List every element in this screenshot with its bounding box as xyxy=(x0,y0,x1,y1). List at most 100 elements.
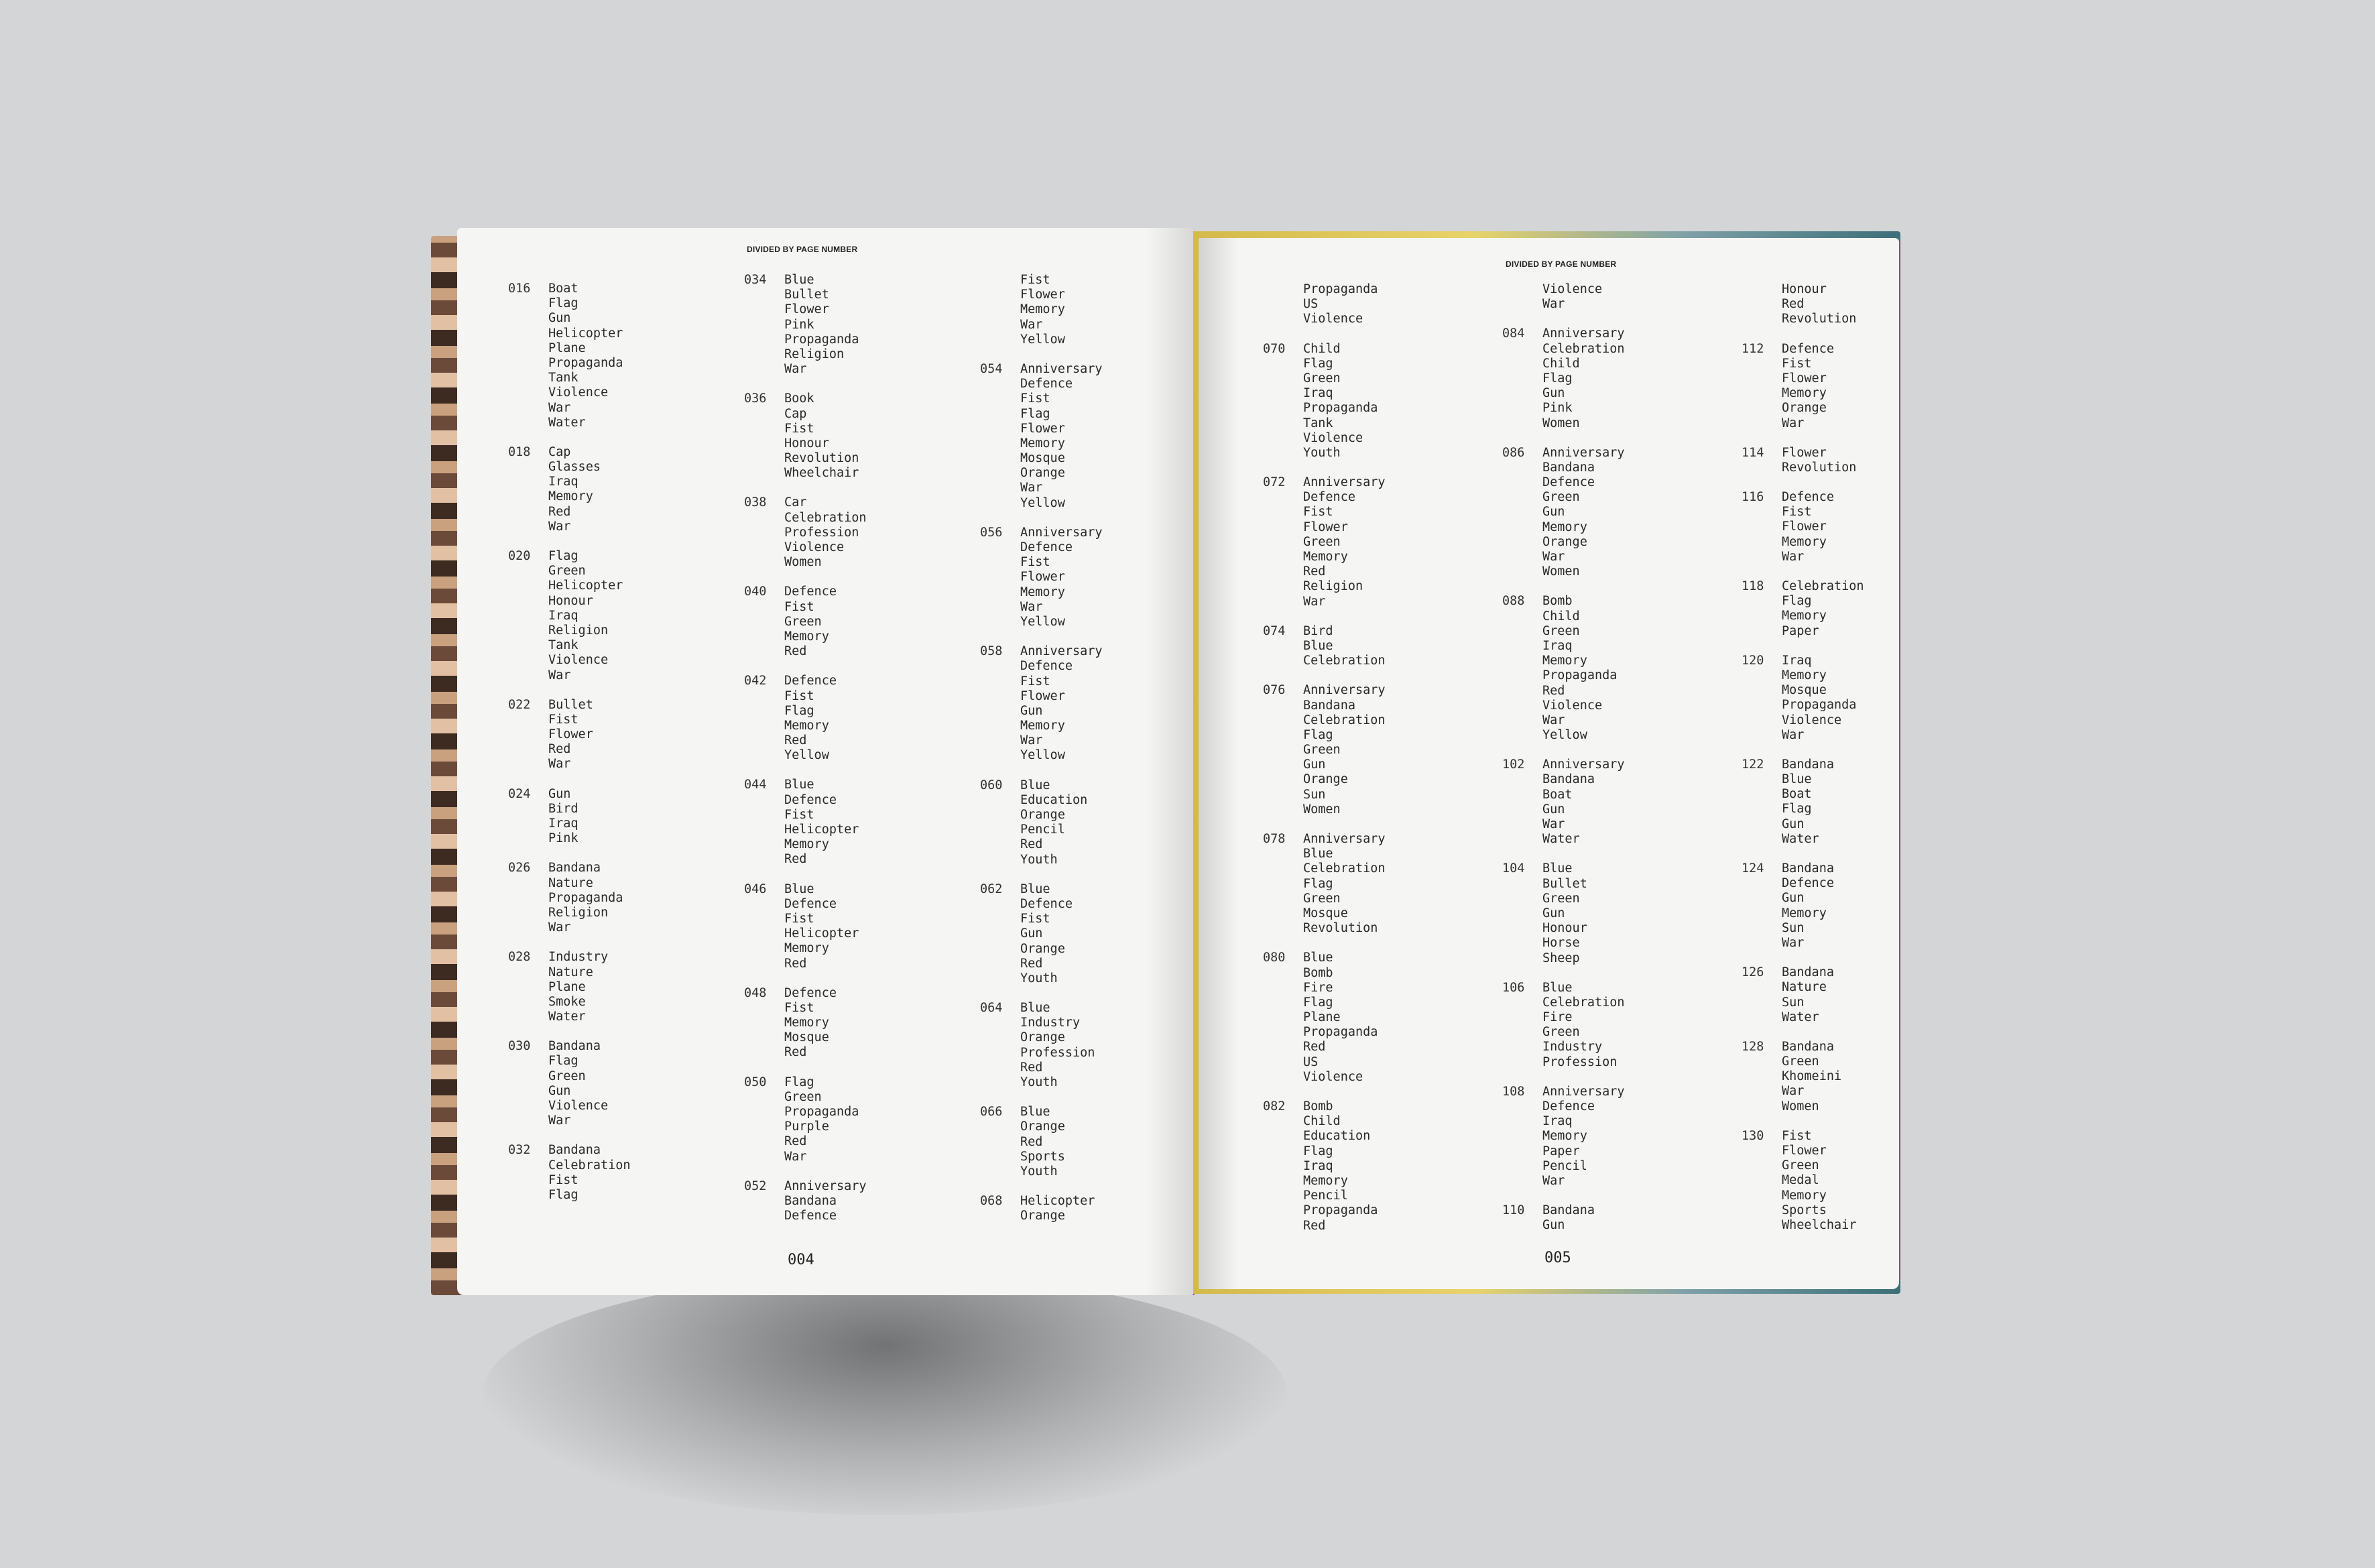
entry-terms: Defence Fist Memory Mosque Red xyxy=(784,986,867,1061)
index-term: Fist xyxy=(784,688,814,703)
index-term: Green xyxy=(784,614,822,629)
index-term: Flower xyxy=(1782,1144,1827,1158)
index-term: Book xyxy=(784,391,814,406)
entry-terms: Anniversary Celebration Child Flag Gun Pink Wo… xyxy=(1542,326,1625,430)
entry-terms: Bomb Child Green Iraq Memory Propaganda Red Vio… xyxy=(1542,594,1625,743)
index-term: Education xyxy=(1020,792,1088,807)
entry-page-number: 088 xyxy=(1502,594,1525,609)
index-term: Yellow xyxy=(1020,332,1065,347)
index-term: Profession xyxy=(784,525,859,540)
index-term: Child xyxy=(1303,341,1341,356)
entry-terms: Bandana Gun xyxy=(1542,1203,1625,1233)
index-entry: 102 Anniversary Bandana Boat Gun War Water xyxy=(1502,758,1625,847)
index-entry: 020 Flag Green Helicopter Honour Iraq Religion… xyxy=(508,549,631,683)
index-term: Blue xyxy=(1020,1105,1050,1120)
index-term: Revolution xyxy=(1782,312,1857,326)
index-term: Bandana xyxy=(1782,757,1834,772)
index-term: Smoke xyxy=(548,994,586,1009)
index-term: Honour xyxy=(784,436,829,450)
index-term: Defence xyxy=(1020,377,1073,391)
index-entry: 110 Bandana Gun xyxy=(1502,1203,1625,1233)
index-term: Propaganda xyxy=(1303,1203,1378,1218)
index-term: Violence xyxy=(1303,1069,1363,1084)
index-term: Bomb xyxy=(1303,1099,1333,1113)
index-term: Celebration xyxy=(1782,579,1864,593)
index-term: Green xyxy=(548,564,586,579)
index-term: Blue xyxy=(784,778,814,792)
index-term: Fist xyxy=(1020,391,1050,406)
entry-terms: Iraq Memory Mosque Propaganda Violence War xyxy=(1782,654,1864,743)
entry-terms: Bandana Defence Gun Memory Sun War xyxy=(1782,861,1864,951)
index-term: Propaganda xyxy=(1542,668,1618,683)
index-term: Propaganda xyxy=(784,1105,859,1119)
entry-page-number: 126 xyxy=(1742,965,1764,980)
index-column: Fist Flower Memory War Yellow 054 Anniversary D… xyxy=(980,273,1103,1239)
index-term: Gun xyxy=(1542,505,1565,520)
index-term: Memory xyxy=(1303,1173,1348,1188)
index-term: Religion xyxy=(548,623,609,638)
index-entry: 114 Flower Revolution xyxy=(1742,446,1864,475)
index-term: Car xyxy=(784,495,807,510)
index-term: Boat xyxy=(1542,787,1573,802)
entry-terms: Bird Blue Celebration xyxy=(1303,624,1386,669)
entry-terms: Bomb Child Education Flag Iraq Memory Pencil Pr… xyxy=(1303,1099,1386,1233)
entry-terms: Bandana Blue Boat Flag Gun Water xyxy=(1782,758,1864,847)
index-term: Red xyxy=(784,1134,807,1149)
entry-page-number: 050 xyxy=(744,1075,767,1089)
index-entry: 018 Cap Glasses Iraq Memory Red War xyxy=(508,445,631,534)
index-term: Industry xyxy=(1542,1040,1603,1054)
index-term: Flag xyxy=(548,296,578,311)
entry-terms: Anniversary Defence Fist Flower Memory War Yel… xyxy=(1020,526,1103,629)
index-term: War xyxy=(1020,481,1043,495)
index-term: Blue xyxy=(784,882,814,896)
index-term: Anniversary xyxy=(1542,758,1625,772)
index-term: War xyxy=(1542,817,1565,831)
index-term: Defence xyxy=(1303,490,1355,505)
index-term: Memory xyxy=(784,1016,829,1030)
index-term: Gun xyxy=(1303,758,1326,772)
entry-page-number: 048 xyxy=(744,985,767,1000)
index-term: Defence xyxy=(1020,540,1073,554)
index-term: Bird xyxy=(548,801,578,816)
entry-page-number: 020 xyxy=(508,549,531,563)
index-term: Wheelchair xyxy=(1782,1217,1857,1232)
index-term: War xyxy=(548,1113,571,1128)
index-term: War xyxy=(548,400,571,415)
entry-page-number: 024 xyxy=(508,786,531,801)
index-term: War xyxy=(1782,1084,1805,1099)
index-term: War xyxy=(1542,713,1565,727)
index-entry: 124 Bandana Defence Gun Memory Sun War xyxy=(1742,861,1864,951)
index-term: Flag xyxy=(1303,1144,1333,1158)
index-term: Fist xyxy=(784,421,814,436)
index-term: Nature xyxy=(1782,980,1827,995)
index-entry: 028 Industry Nature Plane Smoke Water xyxy=(508,950,631,1024)
index-term: Violence xyxy=(548,1099,609,1113)
index-term: Fist xyxy=(784,807,814,822)
index-term: Religion xyxy=(1303,579,1363,594)
index-term: Memory xyxy=(1782,906,1827,920)
index-term: Pink xyxy=(1542,401,1573,416)
entry-terms: Industry Nature Plane Smoke Water xyxy=(548,950,631,1024)
index-term: Yellow xyxy=(1542,728,1587,743)
index-term: Anniversary xyxy=(1020,644,1103,659)
index-term: Pencil xyxy=(1020,823,1065,837)
index-term: Defence xyxy=(784,674,837,688)
index-entry: 116 Defence Fist Flower Memory War xyxy=(1742,490,1864,564)
open-book: DIVIDED BY PAGE NUMBER 016 Boat Flag Gun Hel… xyxy=(0,0,2375,1568)
index-term: War xyxy=(1782,549,1805,564)
index-term: Red xyxy=(1303,564,1326,579)
index-entry: 072 Anniversary Defence Fist Flower Green Memo… xyxy=(1263,475,1386,609)
index-term: Orange xyxy=(1020,1120,1065,1134)
index-column: Propaganda US Violence 070 Child Flag Green Ira… xyxy=(1263,282,1386,1248)
index-term: Propaganda xyxy=(548,890,623,905)
entry-terms: Cap Glasses Iraq Memory Red War xyxy=(548,445,631,534)
entry-page-number: 084 xyxy=(1502,326,1525,341)
index-term: Women xyxy=(1542,416,1580,430)
index-term: Orange xyxy=(1020,808,1065,822)
index-term: Violence xyxy=(1542,282,1603,296)
index-term: Orange xyxy=(1020,941,1065,956)
index-term: Blue xyxy=(1782,772,1812,787)
index-term: Memory xyxy=(1020,719,1065,733)
index-entry: 036 Book Cap Fist Honour Revolution Wheelchair xyxy=(744,391,867,481)
entry-page-number: 062 xyxy=(980,882,1003,896)
